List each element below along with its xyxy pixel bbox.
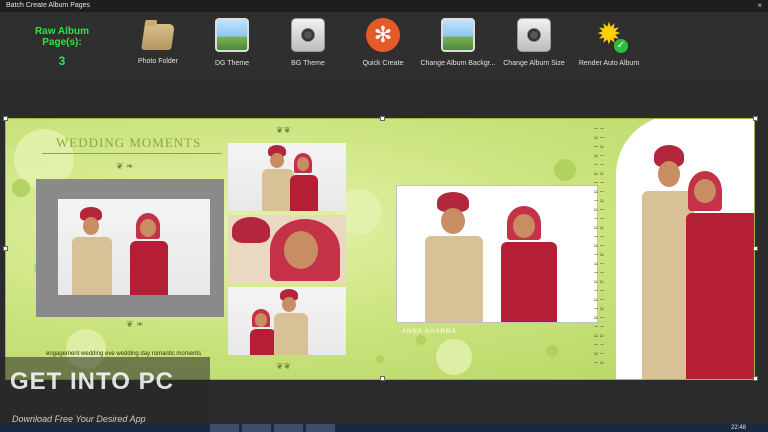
taskbar-clock: 22:48 (730, 425, 746, 431)
photo-folder-button[interactable]: Photo Folder (118, 18, 198, 65)
change-album-background-label: Change Album Backgr... (420, 60, 496, 67)
quick-create-label: Quick Create (362, 60, 404, 67)
couple-photo-left[interactable] (58, 199, 210, 295)
ornament-icon: ❦❦ (276, 361, 292, 371)
resize-handle[interactable] (753, 116, 758, 121)
taskbar-app[interactable] (210, 424, 240, 432)
resize-handle[interactable] (753, 376, 758, 381)
checkmark-icon: ✓ (614, 39, 628, 53)
title-bar: Batch Create Album Pages × (0, 0, 768, 12)
watermark-title: GET INTO PC (10, 368, 174, 395)
ornament-icon: ❦ ❧ (116, 161, 134, 171)
landscape-icon (441, 18, 475, 52)
quick-create-button[interactable]: ✻ Quick Create (343, 18, 423, 67)
bokeh-circle (554, 159, 576, 181)
landscape-icon (215, 18, 249, 52)
change-album-size-button[interactable]: Change Album Size (494, 18, 574, 67)
raw-album-count: 3 (58, 54, 66, 68)
main-photo-caption: ANNA SHARMA (402, 329, 457, 335)
resize-handle[interactable] (753, 246, 758, 251)
render-auto-album-button[interactable]: ✹ ✓ Render Auto Album (569, 18, 649, 67)
dg-theme-label: DG Theme (214, 60, 250, 67)
album-page-canvas[interactable]: WEDDING MOMENTS ❦ ❧ ❦❦ ❦ ❧ ❦❦ engagement… (5, 118, 755, 380)
taskbar-app[interactable] (242, 424, 272, 432)
change-album-size-label: Change Album Size (503, 60, 565, 67)
close-window-button[interactable]: × (757, 0, 762, 12)
resize-handle[interactable] (380, 116, 385, 121)
bokeh-circle (436, 339, 472, 375)
render-auto-album-label: Render Auto Album (578, 60, 640, 67)
bg-theme-label: BG Theme (291, 60, 325, 67)
resize-handle[interactable] (3, 116, 8, 121)
bokeh-circle (416, 335, 426, 345)
bokeh-circle (546, 345, 558, 357)
taskbar-app[interactable] (306, 424, 336, 432)
watermark-subtitle: Download Free Your Desired App (12, 414, 146, 424)
photo-folder-label: Photo Folder (137, 58, 179, 65)
resize-handle[interactable] (380, 376, 385, 381)
resize-handle[interactable] (3, 246, 8, 251)
main-couple-photo[interactable] (396, 185, 598, 323)
camera-icon (291, 18, 325, 52)
taskbar-app[interactable] (274, 424, 304, 432)
change-album-background-button[interactable]: Change Album Backgr... (418, 18, 498, 67)
raw-album-label: Raw Album Page(s): (34, 26, 90, 48)
taskbar: 22:48 (0, 424, 768, 432)
folder-icon (141, 24, 175, 50)
bokeh-circle (12, 179, 30, 197)
thumbnail-photo-3[interactable] (228, 287, 346, 355)
thumbnail-photo-1[interactable] (228, 143, 346, 211)
right-couple-photo[interactable] (616, 119, 754, 379)
thumbnail-photo-2[interactable] (228, 215, 346, 283)
sun-icon: ✹ ✓ (592, 18, 628, 53)
ornament-icon: ❦❦ (276, 125, 292, 135)
heading-divider (42, 153, 222, 154)
raw-album-pages: Raw Album Page(s): 3 (14, 26, 110, 68)
camera-icon (517, 18, 551, 52)
album-heading: WEDDING MOMENTS (56, 135, 202, 150)
dg-theme-button[interactable]: DG Theme (192, 18, 272, 67)
ornament-icon: ❦ ❧ (126, 319, 144, 329)
toolbar: Raw Album Page(s): 3 Photo Folder DG The… (0, 12, 768, 80)
gear-icon: ✻ (366, 18, 400, 52)
bokeh-circle (376, 355, 384, 363)
app-title: Batch Create Album Pages (6, 2, 91, 9)
bg-theme-button[interactable]: BG Theme (268, 18, 348, 67)
